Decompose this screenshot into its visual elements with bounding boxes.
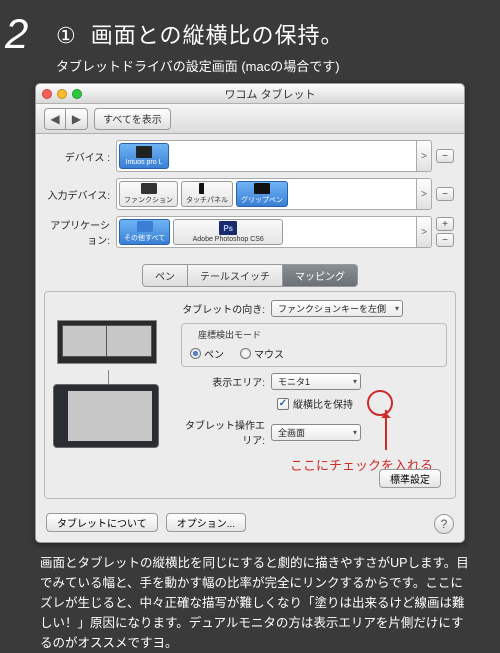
tablet-area-label: タブレット操作エリア: (181, 417, 271, 447)
step-number: 2 (5, 10, 28, 58)
app-remove-button[interactable]: − (436, 233, 454, 247)
device-label: デバイス : (46, 149, 116, 164)
orientation-row: タブレットの向き: ファンクションキーを左側 (181, 300, 447, 317)
zoom-button[interactable] (72, 89, 82, 99)
input-item-label: グリップペン (241, 195, 283, 205)
keep-ratio-checkbox[interactable] (277, 398, 289, 410)
scroll-right-icon[interactable]: > (416, 140, 432, 172)
mapping-panel: タブレットの向き: ファンクションキーを左側 座標検出モード ペン マウス 表示… (44, 291, 456, 499)
help-button[interactable]: ? (434, 514, 454, 534)
forward-button[interactable]: ▶ (66, 108, 88, 130)
window-titlebar: ワコム タブレット (36, 84, 464, 104)
input-item-function[interactable]: ファンクション (119, 181, 178, 207)
device-row: デバイス : Intuos pro L > − (46, 140, 454, 172)
radio-icon (240, 348, 251, 359)
preferences-window: ワコム タブレット ◀ ▶ すべてを表示 デバイス : Intuos pro L… (35, 83, 465, 543)
input-item-grip-pen[interactable]: グリップペン (236, 181, 288, 207)
pen-icon (254, 183, 270, 194)
app-sidebtns: + − (436, 217, 454, 247)
toolbar: ◀ ▶ すべてを表示 (36, 104, 464, 134)
bottom-row: タブレットについて オプション... (36, 507, 464, 542)
preview-connector (108, 370, 109, 384)
input-remove-button[interactable]: − (436, 187, 454, 201)
traffic-lights (42, 89, 82, 99)
tablet-preview (53, 384, 159, 448)
tab-mapping[interactable]: マッピング (283, 264, 358, 287)
tablet-area-select[interactable]: 全画面 (271, 424, 361, 441)
function-icon (141, 183, 157, 194)
keep-ratio-label: 縦横比を保持 (293, 396, 353, 411)
mapping-preview (53, 320, 163, 448)
app-item-all[interactable]: その他すべて (119, 219, 170, 245)
tablet-icon (136, 146, 152, 158)
orientation-select[interactable]: ファンクションキーを左側 (271, 300, 403, 317)
app-item-label: Adobe Photoshop CS6 (193, 236, 264, 243)
display-area-row: 表示エリア: モニタ1 (181, 373, 447, 390)
device-item-label: Intuos pro L (126, 159, 163, 166)
show-all-button[interactable]: すべてを表示 (94, 108, 171, 130)
app-item-label: その他すべて (124, 233, 165, 243)
tablet-area-row: タブレット操作エリア: 全画面 (181, 417, 447, 447)
tabs: ペン テールスイッチ マッピング (36, 264, 464, 287)
about-tablet-button[interactable]: タブレットについて (46, 513, 158, 532)
window-title: ワコム タブレット (82, 86, 458, 102)
keep-ratio-row: 縦横比を保持 (277, 396, 447, 411)
close-button[interactable] (42, 89, 52, 99)
nav-group: ◀ ▶ (44, 108, 88, 130)
input-label: 入力デバイス: (46, 187, 116, 202)
display-area-select[interactable]: モニタ1 (271, 373, 361, 390)
orientation-label: タブレットの向き: (181, 301, 271, 316)
mode-pen-radio[interactable]: ペン (190, 346, 224, 361)
tab-tailswitch[interactable]: テールスイッチ (188, 264, 283, 287)
pickers-panel: デバイス : Intuos pro L > − 入力デバイス: ファンクション … (36, 134, 464, 260)
app-item-photoshop[interactable]: PsAdobe Photoshop CS6 (173, 219, 283, 245)
tab-pen[interactable]: ペン (142, 264, 188, 287)
back-button[interactable]: ◀ (44, 108, 66, 130)
options-button[interactable]: オプション... (166, 513, 246, 532)
mapping-settings: タブレットの向き: ファンクションキーを左側 座標検出モード ペン マウス 表示… (181, 300, 447, 474)
app-add-button[interactable]: + (436, 217, 454, 231)
radio-icon (190, 348, 201, 359)
heading-text: 画面との縦横比の保持。 (91, 23, 344, 48)
app-label: アプリケーション: (46, 217, 116, 247)
device-picker[interactable]: Intuos pro L > (116, 140, 432, 172)
device-remove-button[interactable]: − (436, 149, 454, 163)
radio-label: ペン (204, 346, 224, 361)
mode-radios: ペン マウス (190, 346, 438, 361)
input-sidebtns: − (436, 187, 454, 201)
heading-marker: ① (56, 23, 77, 49)
minimize-button[interactable] (57, 89, 67, 99)
mode-mouse-radio[interactable]: マウス (240, 346, 284, 361)
device-sidebtns: − (436, 149, 454, 163)
touch-icon (199, 183, 215, 194)
scroll-right-icon[interactable]: > (416, 178, 432, 210)
mode-title: 座標検出モード (194, 328, 265, 341)
standard-settings-button[interactable]: 標準設定 (379, 469, 441, 488)
page-heading: ① 画面との縦横比の保持。 (56, 18, 500, 50)
callout-circle (367, 390, 393, 416)
scroll-right-icon[interactable]: > (416, 216, 432, 248)
input-item-label: タッチパネル (186, 195, 228, 205)
monitor-preview (57, 320, 157, 364)
input-row: 入力デバイス: ファンクション タッチパネル グリップペン > − (46, 178, 454, 210)
input-picker[interactable]: ファンクション タッチパネル グリップペン > (116, 178, 432, 210)
input-item-label: ファンクション (124, 195, 173, 205)
radio-label: マウス (254, 346, 284, 361)
description-text: 画面とタブレットの縦横比を同じにすると劇的に描きやすさがUPします。目でみている… (40, 553, 472, 653)
all-apps-icon (137, 221, 153, 232)
app-picker[interactable]: その他すべて PsAdobe Photoshop CS6 > (116, 216, 432, 248)
photoshop-icon: Ps (219, 221, 237, 235)
device-item-intuos[interactable]: Intuos pro L (119, 143, 169, 169)
display-area-label: 表示エリア: (181, 374, 271, 389)
app-row: アプリケーション: その他すべて PsAdobe Photoshop CS6 >… (46, 216, 454, 248)
input-item-touch[interactable]: タッチパネル (181, 181, 233, 207)
mode-fieldset: 座標検出モード ペン マウス (181, 323, 447, 367)
page-subheading: タブレットドライバの設定画面 (macの場合です) (56, 56, 500, 75)
